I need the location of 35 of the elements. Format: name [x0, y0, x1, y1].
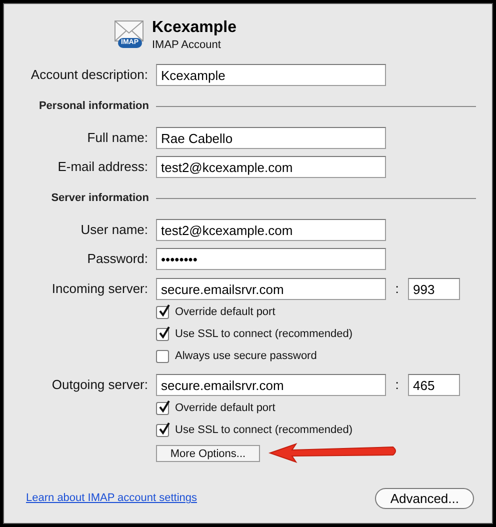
field-label: Full name:: [87, 129, 148, 148]
field-label: Outgoing server:: [52, 376, 148, 394]
checkbox-label: Use SSL to connect (recommended): [175, 422, 353, 438]
text-field[interactable]: test2@kcexample.com: [156, 219, 386, 241]
account-title: Kcexample: [152, 18, 236, 38]
field-label: E-mail address:: [58, 158, 148, 176]
text-field[interactable]: Kcexample: [156, 64, 386, 86]
checkbox[interactable]: [156, 424, 169, 436]
checkbox-label: Override default port: [175, 304, 276, 320]
help-link[interactable]: Learn about IMAP account settings: [26, 490, 198, 507]
checkbox[interactable]: [156, 328, 169, 340]
checkbox-label: Override default port: [175, 400, 276, 416]
field-label: Incoming server:: [52, 280, 148, 298]
text-field[interactable]: Rae Cabello: [156, 127, 386, 149]
text-field[interactable]: 465: [408, 374, 460, 396]
field-label: User name:: [80, 221, 148, 240]
section-heading: Personal information: [38, 98, 149, 114]
text-field[interactable]: ••••••••: [156, 248, 386, 270]
more-options-button[interactable]: More Options...: [156, 444, 260, 462]
checkbox-label: Use SSL to connect (recommended): [175, 326, 353, 342]
field-label: Account description:: [30, 66, 148, 84]
text-field[interactable]: test2@kcexample.com: [156, 156, 386, 178]
account-type: IMAP Account: [152, 38, 222, 52]
checkbox[interactable]: [156, 402, 169, 414]
text-field[interactable]: secure.emailsrvr.com: [156, 278, 386, 300]
field-label: Password:: [87, 250, 148, 268]
port-separator: :: [394, 280, 400, 298]
checkbox[interactable]: [156, 306, 169, 318]
checkbox[interactable]: [156, 350, 169, 362]
port-separator: :: [394, 376, 400, 394]
text-field[interactable]: 993: [408, 278, 460, 300]
text-field[interactable]: secure.emailsrvr.com: [156, 374, 386, 396]
checkbox-label: Always use secure password: [175, 348, 317, 364]
section-heading: Server information: [51, 190, 149, 206]
advanced-button[interactable]: Advanced...: [375, 488, 474, 509]
